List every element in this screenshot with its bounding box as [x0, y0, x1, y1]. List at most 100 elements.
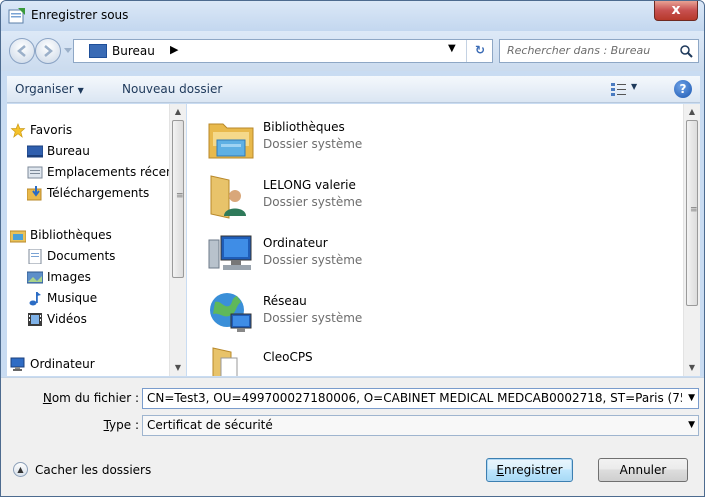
computer-icon [10, 357, 25, 371]
sidebar-item-recent-places[interactable]: Emplacements récents [27, 164, 173, 182]
chevron-down-icon[interactable]: ▼ [688, 420, 695, 430]
type-label: Type : [103, 418, 139, 432]
window-title: Enregistrer sous [31, 8, 129, 22]
scroll-thumb[interactable]: ≡ [172, 120, 184, 278]
sidebar-item-label: Images [47, 270, 91, 284]
dialog-footer: Nom du fichier : CN=Test3, OU=4997000271… [1, 377, 704, 496]
address-dropdown-icon[interactable]: ▼ [448, 43, 456, 54]
view-options-icon[interactable] [611, 82, 627, 96]
save-as-dialog: Enregistrer sous x Bureau ▶ ▼ ↻ Recherch… [0, 0, 705, 497]
desktop-icon [27, 145, 43, 158]
file-type: Dossier système [263, 137, 363, 151]
user-folder-icon [210, 175, 246, 219]
scroll-thumb[interactable]: ≡ [686, 120, 698, 306]
address-row: Bureau ▶ ▼ ↻ Rechercher dans : Bureau [1, 31, 704, 71]
hide-folders-label: Cacher les dossiers [35, 463, 152, 477]
search-input[interactable]: Rechercher dans : Bureau [499, 39, 699, 63]
file-name: LELONG valerie [263, 178, 356, 192]
downloads-icon [27, 186, 42, 201]
images-icon [27, 271, 43, 284]
sidebar-item-images[interactable]: Images [27, 269, 173, 287]
scroll-down-icon[interactable]: ▼ [684, 360, 700, 376]
back-button[interactable] [9, 38, 35, 64]
libraries-folder-icon [208, 123, 254, 159]
save-dialog-icon [8, 8, 25, 24]
sidebar-item-label: Emplacements récents [47, 165, 173, 179]
sidebar-item-label: Favoris [30, 123, 73, 137]
filename-label: Nom du fichier : [42, 391, 139, 405]
music-icon [29, 292, 41, 306]
scroll-up-icon[interactable]: ▲ [684, 104, 700, 120]
file-list-scrollbar[interactable]: ▲ ≡ ▼ [683, 104, 700, 376]
sidebar-item-musique[interactable]: Musique [27, 290, 173, 308]
list-item[interactable]: LELONG valerie Dossier système [207, 170, 507, 222]
sidebar-item-downloads[interactable]: Téléchargements [27, 185, 173, 203]
sidebar-item-videos[interactable]: Vidéos [27, 311, 173, 329]
filename-field[interactable]: CN=Test3, OU=499700027180006, O=CABINET … [142, 388, 699, 409]
sidebar-item-documents[interactable]: Documents [27, 248, 173, 266]
scroll-up-icon[interactable]: ▲ [170, 104, 186, 120]
list-item[interactable]: Réseau Dossier système [207, 286, 507, 338]
file-name: Ordinateur [263, 236, 328, 250]
refresh-icon: ↻ [474, 43, 486, 57]
sidebar-item-label: Bureau [47, 144, 90, 158]
breadcrumb-chevron-icon[interactable]: ▶ [170, 43, 178, 56]
chevron-down-icon[interactable]: ▼ [688, 393, 695, 403]
search-placeholder: Rechercher dans : Bureau [507, 44, 651, 57]
forward-button[interactable] [35, 38, 61, 64]
new-folder-button[interactable]: Nouveau dossier [122, 82, 222, 96]
sidebar-item-label: Bibliothèques [30, 228, 112, 242]
sidebar-item-label: Téléchargements [47, 186, 150, 200]
sidebar-item-label: Ordinateur [30, 357, 95, 371]
recent-places-icon [27, 166, 43, 179]
refresh-button[interactable]: ↻ [466, 40, 493, 62]
sidebar-item-bureau[interactable]: Bureau [27, 143, 173, 161]
file-type: Dossier système [263, 311, 363, 325]
scroll-grip-icon: ≡ [176, 191, 184, 201]
file-type-select[interactable]: Certificat de sécurité ▼ [142, 415, 699, 436]
computer-icon [208, 235, 252, 270]
chevron-down-icon: ▼ [77, 86, 84, 95]
documents-icon [28, 249, 42, 264]
cancel-button[interactable]: Annuler [598, 458, 688, 482]
file-type: Dossier système [263, 253, 363, 267]
videos-icon [28, 313, 42, 326]
back-arrow-icon [17, 45, 26, 57]
sidebar-item-label: Musique [47, 291, 98, 305]
title-bar[interactable]: Enregistrer sous x [1, 1, 704, 31]
recent-locations-dropdown[interactable] [64, 48, 72, 53]
search-icon[interactable] [679, 44, 693, 58]
folder-icon [212, 347, 238, 376]
view-dropdown-icon[interactable]: ▼ [631, 82, 637, 91]
chevron-up-icon: ▲ [13, 462, 28, 477]
list-item[interactable]: Bibliothèques Dossier système [207, 112, 507, 164]
file-name: CleoCPS [263, 350, 313, 364]
file-name: Réseau [263, 294, 307, 308]
sidebar-item-bibliotheques[interactable]: Bibliothèques [10, 227, 170, 245]
save-button[interactable]: Enregistrer [486, 458, 573, 482]
sidebar-item-favoris[interactable]: Favoris [10, 122, 170, 140]
command-bar: Organiser ▼ Nouveau dossier ▼ ? [7, 76, 700, 103]
scroll-down-icon[interactable]: ▼ [170, 360, 186, 376]
address-location[interactable]: Bureau [112, 44, 155, 58]
file-type: Dossier système [263, 195, 363, 209]
file-list-pane[interactable]: Bibliothèques Dossier système LELONG val… [187, 104, 700, 376]
organize-menu[interactable]: Organiser ▼ [15, 82, 84, 96]
navigation-scrollbar[interactable]: ▲ ≡ ▼ [169, 104, 186, 376]
file-type-value: Certificat de sécurité [147, 418, 273, 432]
navigation-pane[interactable]: Favoris Bureau Emplacements récents Télé… [7, 104, 186, 376]
list-item[interactable]: CleoCPS [207, 342, 507, 376]
sidebar-item-ordinateur[interactable]: Ordinateur [10, 356, 170, 374]
filename-value[interactable]: CN=Test3, OU=499700027180006, O=CABINET … [147, 391, 682, 405]
scroll-grip-icon: ≡ [690, 205, 698, 215]
network-icon [210, 293, 252, 332]
sidebar-item-label: Documents [47, 249, 116, 263]
close-button[interactable]: x [654, 1, 698, 21]
help-icon[interactable]: ? [674, 80, 692, 98]
list-item[interactable]: Ordinateur Dossier système [207, 228, 507, 280]
file-name: Bibliothèques [263, 120, 345, 134]
desktop-icon [89, 44, 107, 58]
star-icon [10, 123, 26, 138]
libraries-icon [10, 230, 26, 243]
address-bar[interactable]: Bureau ▶ ▼ ↻ [73, 39, 493, 63]
